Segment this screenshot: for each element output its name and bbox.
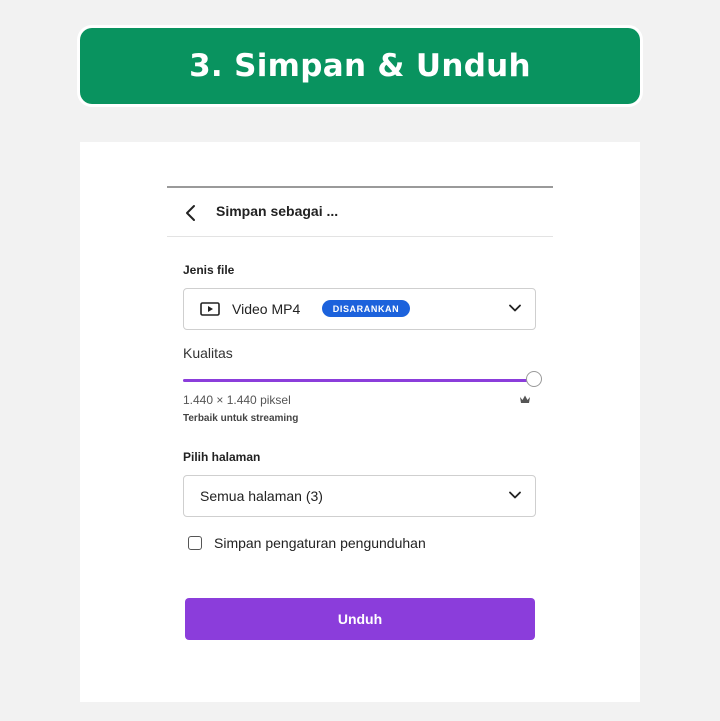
download-button[interactable]: Unduh: [185, 598, 535, 640]
remember-settings-label[interactable]: Simpan pengaturan pengunduhan: [214, 535, 426, 551]
quality-label: Kualitas: [183, 345, 233, 361]
recommended-badge: DISARANKAN: [322, 300, 410, 317]
play-icon: [200, 302, 220, 316]
quality-dimensions: 1.440 × 1.440 piksel: [183, 393, 291, 407]
quality-slider[interactable]: [183, 371, 542, 387]
section-banner: 3. Simpan & Unduh: [80, 28, 640, 104]
pages-select[interactable]: Semua halaman (3): [183, 475, 536, 517]
dialog-title: Simpan sebagai ...: [216, 203, 339, 219]
banner-title: 3. Simpan & Unduh: [189, 48, 531, 84]
screenshot-card: Simpan sebagai ... Jenis file Video MP4 …: [80, 142, 640, 702]
quality-slider-thumb[interactable]: [526, 371, 542, 387]
dialog-header: Simpan sebagai ...: [167, 188, 553, 237]
file-type-label: Jenis file: [183, 263, 235, 277]
remember-settings-checkbox[interactable]: [188, 536, 202, 550]
chevron-down-icon: [509, 304, 521, 312]
chevron-down-icon: [509, 491, 521, 499]
quality-slider-fill: [183, 379, 534, 382]
crown-icon: [520, 395, 530, 403]
save-dialog: Simpan sebagai ... Jenis file Video MP4 …: [167, 186, 553, 688]
file-type-value: Video MP4: [232, 301, 301, 317]
back-arrow-icon[interactable]: [184, 204, 198, 222]
pages-value: Semua halaman (3): [200, 488, 323, 504]
file-type-select[interactable]: Video MP4 DISARANKAN: [183, 288, 536, 330]
quality-note: Terbaik untuk streaming: [183, 413, 299, 424]
pages-label: Pilih halaman: [183, 450, 261, 464]
